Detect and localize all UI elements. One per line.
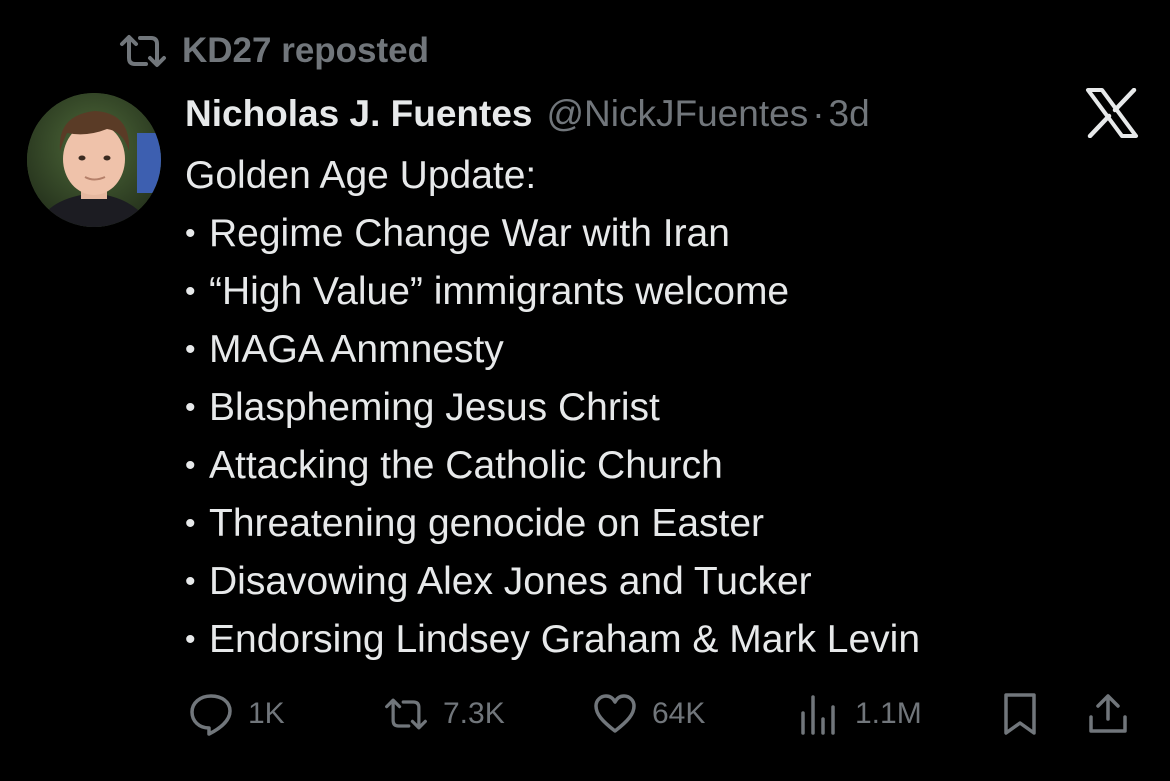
views-count: 1.1M xyxy=(855,697,922,730)
list-item-text: Attacking the Catholic Church xyxy=(209,444,723,487)
bullet: • xyxy=(185,391,196,424)
x-logo-icon[interactable] xyxy=(1085,88,1139,138)
list-item: • MAGA Anmnesty xyxy=(185,321,920,379)
bookmark-icon xyxy=(1004,693,1036,735)
repost-header[interactable]: KD27 reposted xyxy=(118,28,429,74)
bullet: • xyxy=(185,275,196,308)
list-item-text: MAGA Anmnesty xyxy=(209,328,504,371)
list-item-text: Regime Change War with Iran xyxy=(209,212,730,255)
list-item-text: Endorsing Lindsey Graham & Mark Levin xyxy=(209,618,921,661)
bullet: • xyxy=(185,507,196,540)
list-item-text: Disavowing Alex Jones and Tucker xyxy=(209,560,812,603)
tweet-header: Nicholas J. Fuentes @NickJFuentes · 3d xyxy=(185,88,870,140)
tweet-text: Golden Age Update: • Regime Change War w… xyxy=(185,147,920,669)
list-item: • “High Value” immigrants welcome xyxy=(185,263,920,321)
list-item: • Disavowing Alex Jones and Tucker xyxy=(185,553,920,611)
bullet: • xyxy=(185,623,196,656)
retweet-icon xyxy=(385,698,427,730)
retweet-button[interactable]: 7.3K xyxy=(383,688,505,740)
handle[interactable]: @NickJFuentes xyxy=(547,93,809,135)
list-item: • Threatening genocide on Easter xyxy=(185,495,920,553)
retweet-count: 7.3K xyxy=(443,697,505,730)
reply-button[interactable]: 1K xyxy=(188,688,285,740)
list-item: • Endorsing Lindsey Graham & Mark Levin xyxy=(185,611,920,669)
heart-icon xyxy=(594,694,636,733)
bullet: • xyxy=(185,217,196,250)
list-item: • Regime Change War with Iran xyxy=(185,205,920,263)
bookmark-button[interactable] xyxy=(997,688,1043,740)
like-button[interactable]: 64K xyxy=(592,688,705,740)
share-icon xyxy=(1089,694,1127,733)
tweet-intro: Golden Age Update: xyxy=(185,154,537,197)
bullet: • xyxy=(185,565,196,598)
list-item-text: Blaspheming Jesus Christ xyxy=(209,386,660,429)
avatar[interactable] xyxy=(27,93,161,227)
bullet: • xyxy=(185,449,196,482)
avatar-image xyxy=(27,93,161,227)
views-button[interactable]: 1.1M xyxy=(795,688,922,740)
separator-dot: · xyxy=(812,93,825,134)
list-item-text: Threatening genocide on Easter xyxy=(209,502,765,545)
reply-count: 1K xyxy=(248,697,285,730)
reply-icon xyxy=(190,694,232,736)
views-icon xyxy=(801,695,835,735)
list-item: • Blaspheming Jesus Christ xyxy=(185,379,920,437)
repost-icon xyxy=(120,35,166,67)
share-button[interactable] xyxy=(1085,688,1131,740)
display-name[interactable]: Nicholas J. Fuentes xyxy=(185,93,533,135)
action-bar: 1K 7.3K 64K 1.1M xyxy=(0,688,1170,740)
list-item-text: “High Value” immigrants welcome xyxy=(209,270,790,313)
bullet: • xyxy=(185,333,196,366)
timestamp[interactable]: 3d xyxy=(829,93,870,135)
repost-label: KD27 reposted xyxy=(182,31,430,70)
like-count: 64K xyxy=(652,697,706,730)
list-item: • Attacking the Catholic Church xyxy=(185,437,920,495)
